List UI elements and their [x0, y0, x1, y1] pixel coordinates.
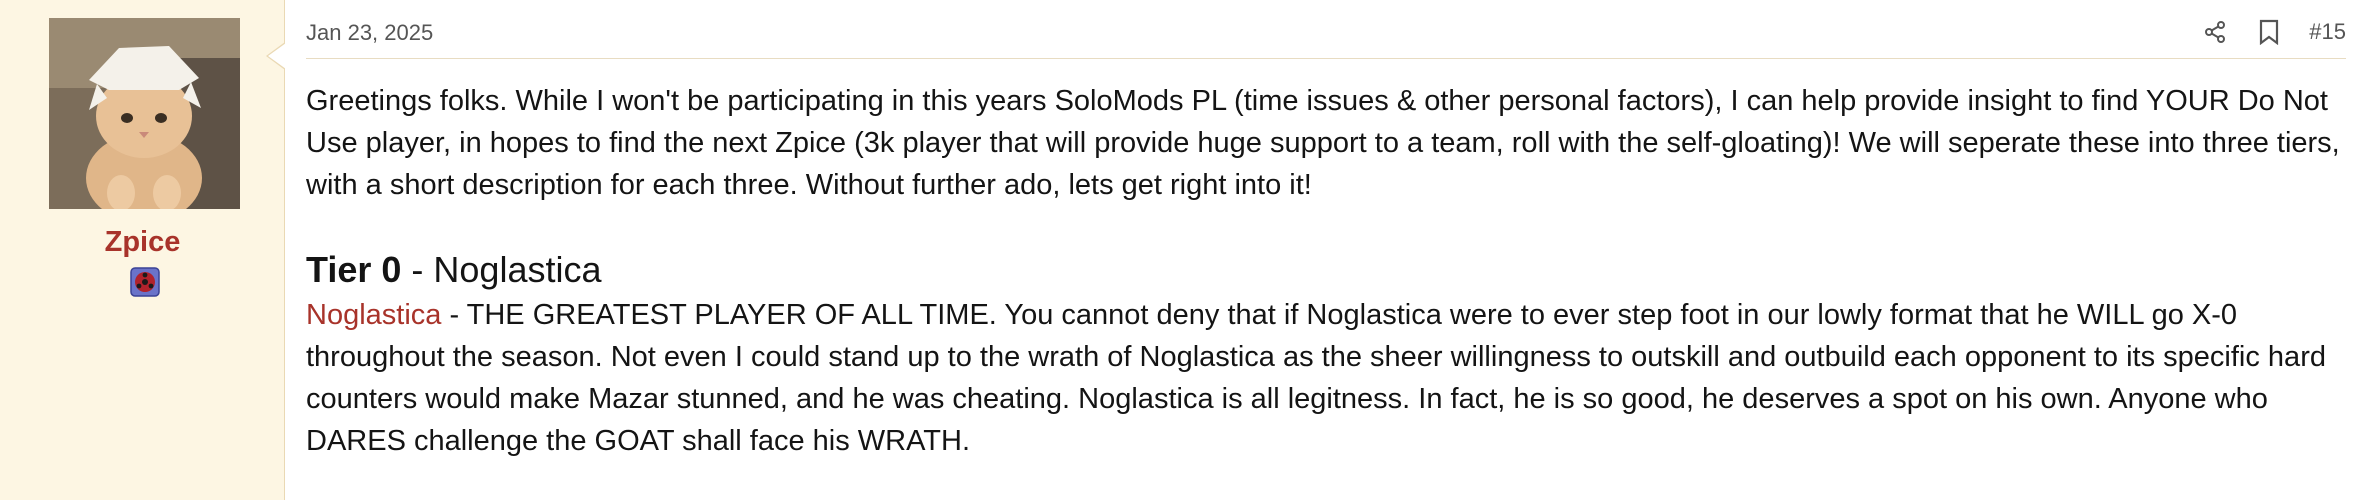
bookmark-icon[interactable] — [2255, 18, 2283, 46]
tier-label: Tier 0 — [306, 249, 402, 290]
post-arrow-fill — [268, 43, 286, 69]
post-message: Greetings folks. While I won't be partic… — [306, 80, 2346, 462]
player-mention-link[interactable]: Noglastica — [306, 299, 441, 331]
avatar-image — [49, 18, 240, 209]
tier-heading: Tier 0 - Noglastica — [306, 246, 2346, 294]
user-badge-icon — [130, 267, 160, 297]
post-number-link[interactable]: #15 — [2309, 19, 2346, 45]
intro-paragraph: Greetings folks. While I won't be partic… — [306, 85, 2340, 201]
post-actions: #15 — [2201, 16, 2346, 48]
tier-separator: - — [401, 249, 434, 290]
share-icon[interactable] — [2201, 18, 2229, 46]
username[interactable]: Zpice — [0, 226, 285, 259]
player-description: - THE GREATEST PLAYER OF ALL TIME. You c… — [306, 299, 2326, 457]
post-user-cell: Zpice — [0, 0, 286, 500]
tier-player: Noglastica — [433, 249, 602, 290]
avatar[interactable] — [49, 18, 240, 209]
forum-post: Zpice Jan 23, 2025 #15 Greetings folks. … — [0, 0, 2368, 500]
post-attribution-bar: Jan 23, 2025 #15 — [306, 0, 2346, 59]
post-main: Jan 23, 2025 #15 Greetings folks. While … — [306, 0, 2346, 500]
post-date[interactable]: Jan 23, 2025 — [306, 20, 433, 46]
player-paragraph: Noglastica - THE GREATEST PLAYER OF ALL … — [306, 294, 2346, 462]
